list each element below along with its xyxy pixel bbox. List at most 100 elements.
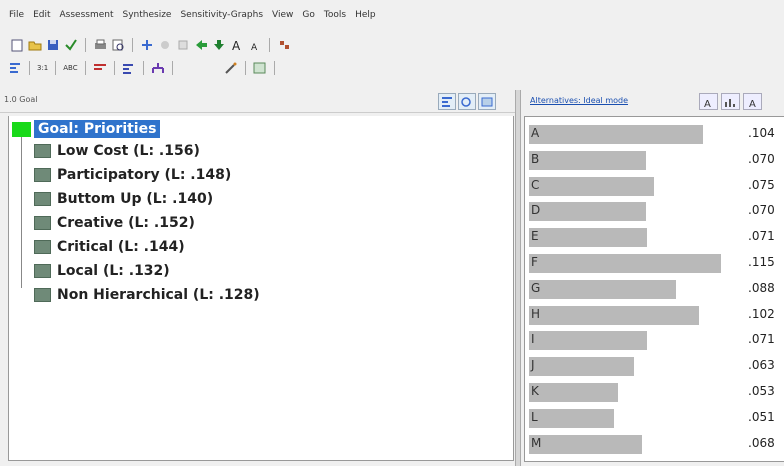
pairwise-numeric-label[interactable]: 3:1 [37,64,48,72]
print-preview-icon[interactable] [111,38,125,52]
criterion-icon [34,240,51,254]
open-folder-icon[interactable] [28,38,42,52]
alternative-priority-bar [529,434,642,454]
criterion-node[interactable]: Participatory (L: .148) [34,167,231,183]
pairwise-verbal-label[interactable]: ABC [63,64,77,72]
menu-file[interactable]: File [9,10,24,20]
alternative-row[interactable]: K .053 [525,381,784,403]
menu-assessment[interactable]: Assessment [60,10,114,20]
alternative-priority-bar [529,357,634,377]
alternative-row[interactable]: H .102 [525,304,784,326]
goal-node[interactable]: Goal: Priorities [12,120,161,138]
criterion-icon [34,216,51,230]
grid-icon[interactable] [253,61,267,75]
criterion-label: Local (L: .132) [57,263,170,279]
alternative-row[interactable]: I .071 [525,329,784,351]
save-icon[interactable] [46,38,60,52]
font-increase-icon[interactable]: A [230,38,244,52]
criterion-node[interactable]: Creative (L: .152) [34,215,195,231]
alternative-row[interactable]: G .088 [525,278,784,300]
goal-pane-tools [438,93,496,110]
criterion-node[interactable]: Local (L: .132) [34,263,170,279]
model-icon[interactable] [277,38,291,52]
frame-icon[interactable] [478,93,496,110]
alternative-row[interactable]: D .070 [525,200,784,222]
copy-icon[interactable] [176,38,190,52]
bar-chart-icon[interactable] [93,61,107,75]
alternative-row[interactable]: F .115 [525,252,784,274]
menu-go[interactable]: Go [302,10,314,20]
goal-color-square [12,121,31,137]
toolbar-separator [85,38,86,52]
menu-synthesize[interactable]: Synthesize [123,10,172,20]
alternative-row[interactable]: J .063 [525,355,784,377]
alternative-row[interactable]: C .075 [525,175,784,197]
criterion-node[interactable]: Critical (L: .144) [34,239,185,255]
toolbar-separator [29,61,30,75]
new-file-icon[interactable] [10,38,24,52]
alternative-priority-bar [529,125,703,144]
alternative-priority-bar [529,279,676,299]
alternatives-pane-tools: A A [699,93,762,110]
alternative-value: .068 [748,435,775,450]
alternative-value: .071 [748,332,775,347]
wand-icon[interactable] [224,61,238,75]
alternative-row[interactable]: E .071 [525,226,784,248]
alternative-name: K [531,384,539,398]
alternatives-mode-link[interactable]: Alternatives: Ideal mode [530,96,628,105]
criterion-label: Non Hierarchical (L: .128) [57,287,260,303]
tree-connector [21,137,22,288]
cut-icon[interactable] [158,38,172,52]
alternative-name: H [531,306,541,321]
alternative-priority-bar [529,176,654,196]
check-icon[interactable] [64,38,78,52]
svg-text:A: A [251,43,258,51]
alternative-name: M [531,435,542,450]
criterion-node[interactable]: Buttom Up (L: .140) [34,191,213,207]
criterion-icon [34,192,51,206]
criterion-node[interactable]: Low Cost (L: .156) [34,143,200,159]
alternative-name: E [531,229,539,244]
toolbar-separator [55,61,57,75]
hierarchy-icon[interactable] [151,61,165,75]
green-arrow-icon[interactable] [194,38,208,52]
menu-tools[interactable]: Tools [324,10,346,20]
view-toolbar: 3:1 ABC [8,59,278,77]
criterion-icon [34,168,51,182]
menu-help[interactable]: Help [355,10,376,20]
pane-splitter[interactable] [515,90,521,466]
menu-view[interactable]: View [272,10,293,20]
sort-alpha-icon[interactable]: A [743,93,762,110]
matrix-icon[interactable] [122,61,136,75]
alternative-priority-bar [529,150,646,170]
menu-edit[interactable]: Edit [33,10,50,20]
alternative-row[interactable]: B .070 [525,149,784,171]
tree-view-icon[interactable] [8,61,22,75]
font-decrease-icon[interactable]: A [248,38,262,52]
alternative-value: .104 [748,126,775,140]
alternative-name: I [531,332,535,347]
alternative-row[interactable]: A .104 [525,123,784,145]
green-arrow-down-icon[interactable] [212,38,226,52]
chart-icon[interactable] [721,93,740,110]
alternative-name: C [531,177,540,192]
toolbar-separator [244,61,246,75]
alternative-value: .102 [748,306,775,321]
alternative-row[interactable]: M .068 [525,433,784,455]
print-icon[interactable] [93,38,107,52]
alternative-priority-bar [529,331,647,351]
toolbar-separator [269,38,270,52]
sort-icon[interactable]: A [699,93,718,110]
alternative-value: .115 [748,255,775,269]
alternative-name: F [531,255,538,269]
plus-icon[interactable] [140,38,154,52]
criterion-icon [34,288,51,302]
menu-sensitivity-graphs[interactable]: Sensitivity-Graphs [180,10,263,20]
tree-icon[interactable] [438,93,456,110]
criterion-node[interactable]: Non Hierarchical (L: .128) [34,287,260,303]
alternative-priority-bar [529,305,699,325]
alternative-row[interactable]: L .051 [525,407,784,429]
alternative-priority-bar [529,228,647,248]
criterion-icon [34,144,51,158]
magnify-icon[interactable] [458,93,476,110]
